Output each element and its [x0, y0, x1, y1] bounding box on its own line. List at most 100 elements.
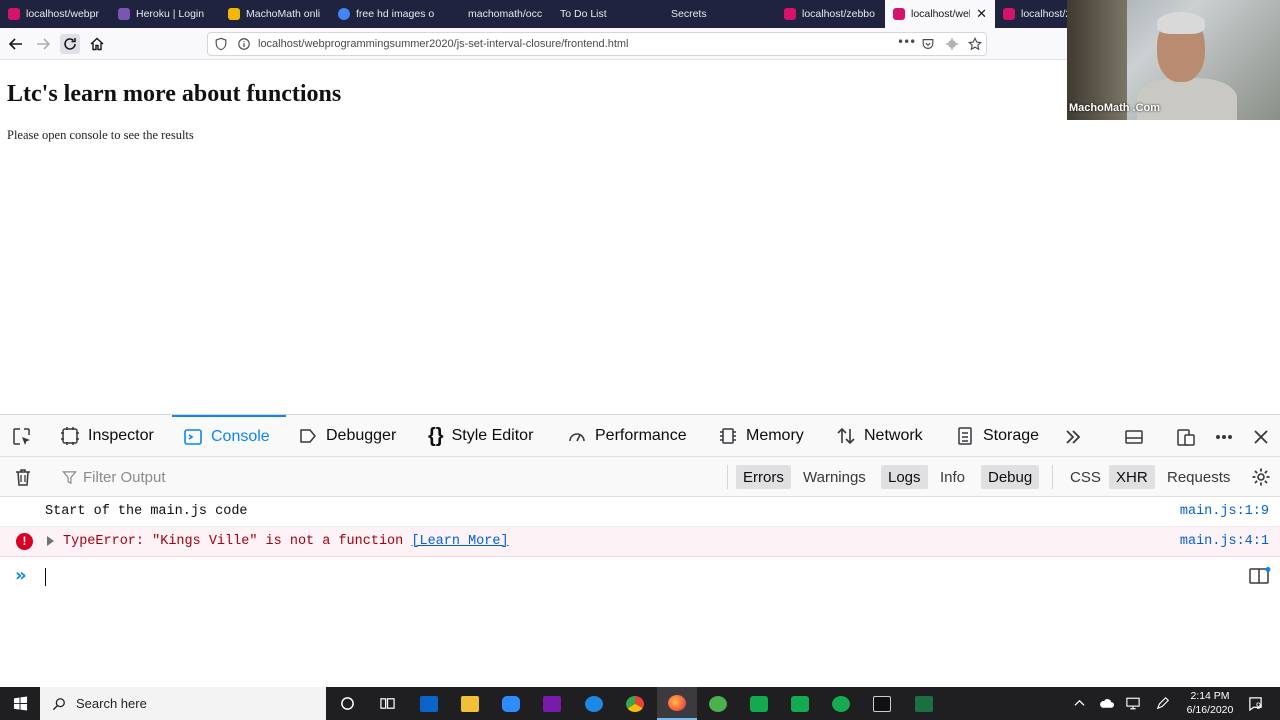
page-actions-menu-icon[interactable]: ••• [897, 35, 916, 49]
browser-tab[interactable]: localhost/2 [995, 0, 1067, 28]
dock-side-button[interactable] [1123, 426, 1145, 448]
firefox-icon [668, 694, 686, 711]
network-icon [837, 427, 855, 445]
terminal-icon [873, 695, 891, 712]
tab-memory-label: Memory [746, 427, 804, 444]
tab-performance[interactable]: Performance [567, 415, 687, 457]
tab-favicon-icon [1003, 8, 1015, 20]
monitor-icon [1126, 697, 1140, 709]
console-log-source-link[interactable]: main.js:1:9 [1180, 504, 1269, 519]
close-devtools-button[interactable] [1250, 426, 1272, 448]
forward-button[interactable] [33, 34, 53, 54]
zoom-app[interactable] [491, 687, 531, 720]
filter-warnings-button[interactable]: Warnings [796, 465, 873, 489]
outlook-app[interactable] [409, 687, 449, 720]
cortana-button[interactable] [327, 687, 367, 720]
element-picker-icon [13, 428, 30, 445]
tab-network[interactable]: Network [836, 415, 923, 457]
filter-output-input[interactable] [83, 468, 643, 486]
browser-tab[interactable]: To Do List [550, 0, 660, 28]
tab-title: localhost/wel [911, 8, 971, 20]
console-settings-button[interactable] [1250, 466, 1272, 488]
pen-workspace-button[interactable] [1155, 695, 1171, 711]
mongodb-app-2[interactable] [780, 687, 820, 720]
webcam-caption: MachoMath .Com [1069, 102, 1161, 114]
pen-icon [1156, 696, 1170, 710]
filter-info-button[interactable]: Info [933, 465, 972, 489]
filter-errors-button[interactable]: Errors [736, 465, 791, 489]
tab-title: localhost/zebbo [802, 8, 875, 20]
browser-tab[interactable]: machomath/occ [440, 0, 550, 28]
filter-debug-button[interactable]: Debug [981, 465, 1040, 489]
console-icon [184, 429, 202, 445]
taskbar-search-box[interactable]: Search here [40, 687, 326, 720]
browser-tab[interactable]: Secrets [660, 0, 773, 28]
console-input[interactable]: » [0, 561, 1280, 591]
browser-tab-active[interactable]: localhost/wel ✕ [885, 0, 995, 28]
info-icon[interactable] [237, 37, 251, 51]
tab-style-editor[interactable]: {} Style Editor [428, 415, 533, 457]
network-status-button[interactable] [1125, 695, 1141, 711]
editor-mode-toggle-icon[interactable] [1249, 567, 1271, 585]
excel-app[interactable] [904, 687, 944, 720]
firefox-app[interactable] [657, 687, 697, 720]
show-hidden-icons-button[interactable] [1071, 695, 1087, 711]
filter-xhr-button[interactable]: XHR [1109, 465, 1155, 489]
browser-tab[interactable]: localhost/zebbo [773, 0, 885, 28]
tab-favicon-icon [8, 8, 20, 20]
mongodb-compass-app[interactable] [821, 687, 861, 720]
tab-debugger[interactable]: Debugger [298, 415, 396, 457]
onenote-app[interactable] [532, 687, 572, 720]
browser-tab[interactable]: MachoMath onli [220, 0, 330, 28]
tab-title: free hd images o [356, 8, 435, 20]
shield-icon[interactable] [214, 37, 228, 51]
mongodb-app[interactable] [739, 687, 779, 720]
chrome-app[interactable] [615, 687, 655, 720]
responsive-design-button[interactable] [1175, 426, 1197, 448]
onedrive-button[interactable] [1098, 695, 1114, 711]
error-icon: ! [16, 533, 33, 550]
leaf-icon [791, 695, 809, 712]
back-button[interactable] [6, 34, 26, 54]
bookmark-star-icon[interactable] [968, 37, 982, 51]
tab-favicon-icon [784, 8, 796, 20]
filter-logs-button[interactable]: Logs [881, 465, 928, 489]
clear-console-button[interactable] [12, 466, 34, 488]
pocket-icon[interactable] [921, 37, 935, 51]
devtools-menu-button[interactable] [1213, 426, 1235, 448]
extension-icon[interactable] [945, 37, 959, 51]
clock-time: 2:14 PM [1190, 690, 1230, 702]
more-tools-button[interactable] [1062, 426, 1084, 448]
console-message-log: Start of the main.js code main.js:1:9 [0, 497, 1280, 527]
close-tab-icon[interactable]: ✕ [976, 7, 987, 22]
tab-memory[interactable]: Memory [718, 415, 804, 457]
expand-triangle-icon[interactable] [47, 536, 54, 546]
browser-tab[interactable]: free hd images o [330, 0, 440, 28]
edge-app[interactable] [574, 687, 614, 720]
responsive-design-icon [1177, 429, 1195, 446]
terminal-app[interactable] [862, 687, 902, 720]
element-picker-button[interactable] [11, 426, 33, 448]
browser-tab[interactable]: localhost/webpr [0, 0, 110, 28]
reload-button[interactable] [60, 34, 80, 54]
task-view-button[interactable] [367, 687, 407, 720]
tab-style-editor-label: Style Editor [451, 427, 534, 444]
filter-requests-button[interactable]: Requests [1160, 465, 1237, 489]
url-bar[interactable]: localhost/webprogrammingsummer2020/js-se… [207, 32, 987, 56]
home-button[interactable] [87, 34, 107, 54]
tab-console[interactable]: Console [172, 415, 286, 457]
system-clock[interactable]: 2:14 PM 6/16/2020 [1178, 689, 1242, 717]
filter-css-button[interactable]: CSS [1063, 465, 1108, 489]
console-error-source-link[interactable]: main.js:4:1 [1180, 534, 1269, 549]
tab-inspector[interactable]: Inspector [60, 415, 154, 457]
notification-count-badge: 9 [1256, 701, 1262, 711]
tab-storage[interactable]: Storage [955, 415, 1039, 457]
action-center-button[interactable]: 9 [1246, 695, 1264, 711]
learn-more-link[interactable]: [Learn More] [411, 534, 508, 549]
filter-output-field[interactable] [58, 465, 698, 489]
tab-favicon-icon [228, 8, 240, 20]
browser-tab[interactable]: Heroku | Login [110, 0, 220, 28]
start-button[interactable] [0, 687, 40, 720]
file-explorer-app[interactable] [450, 687, 490, 720]
app-green-globe[interactable] [698, 687, 738, 720]
